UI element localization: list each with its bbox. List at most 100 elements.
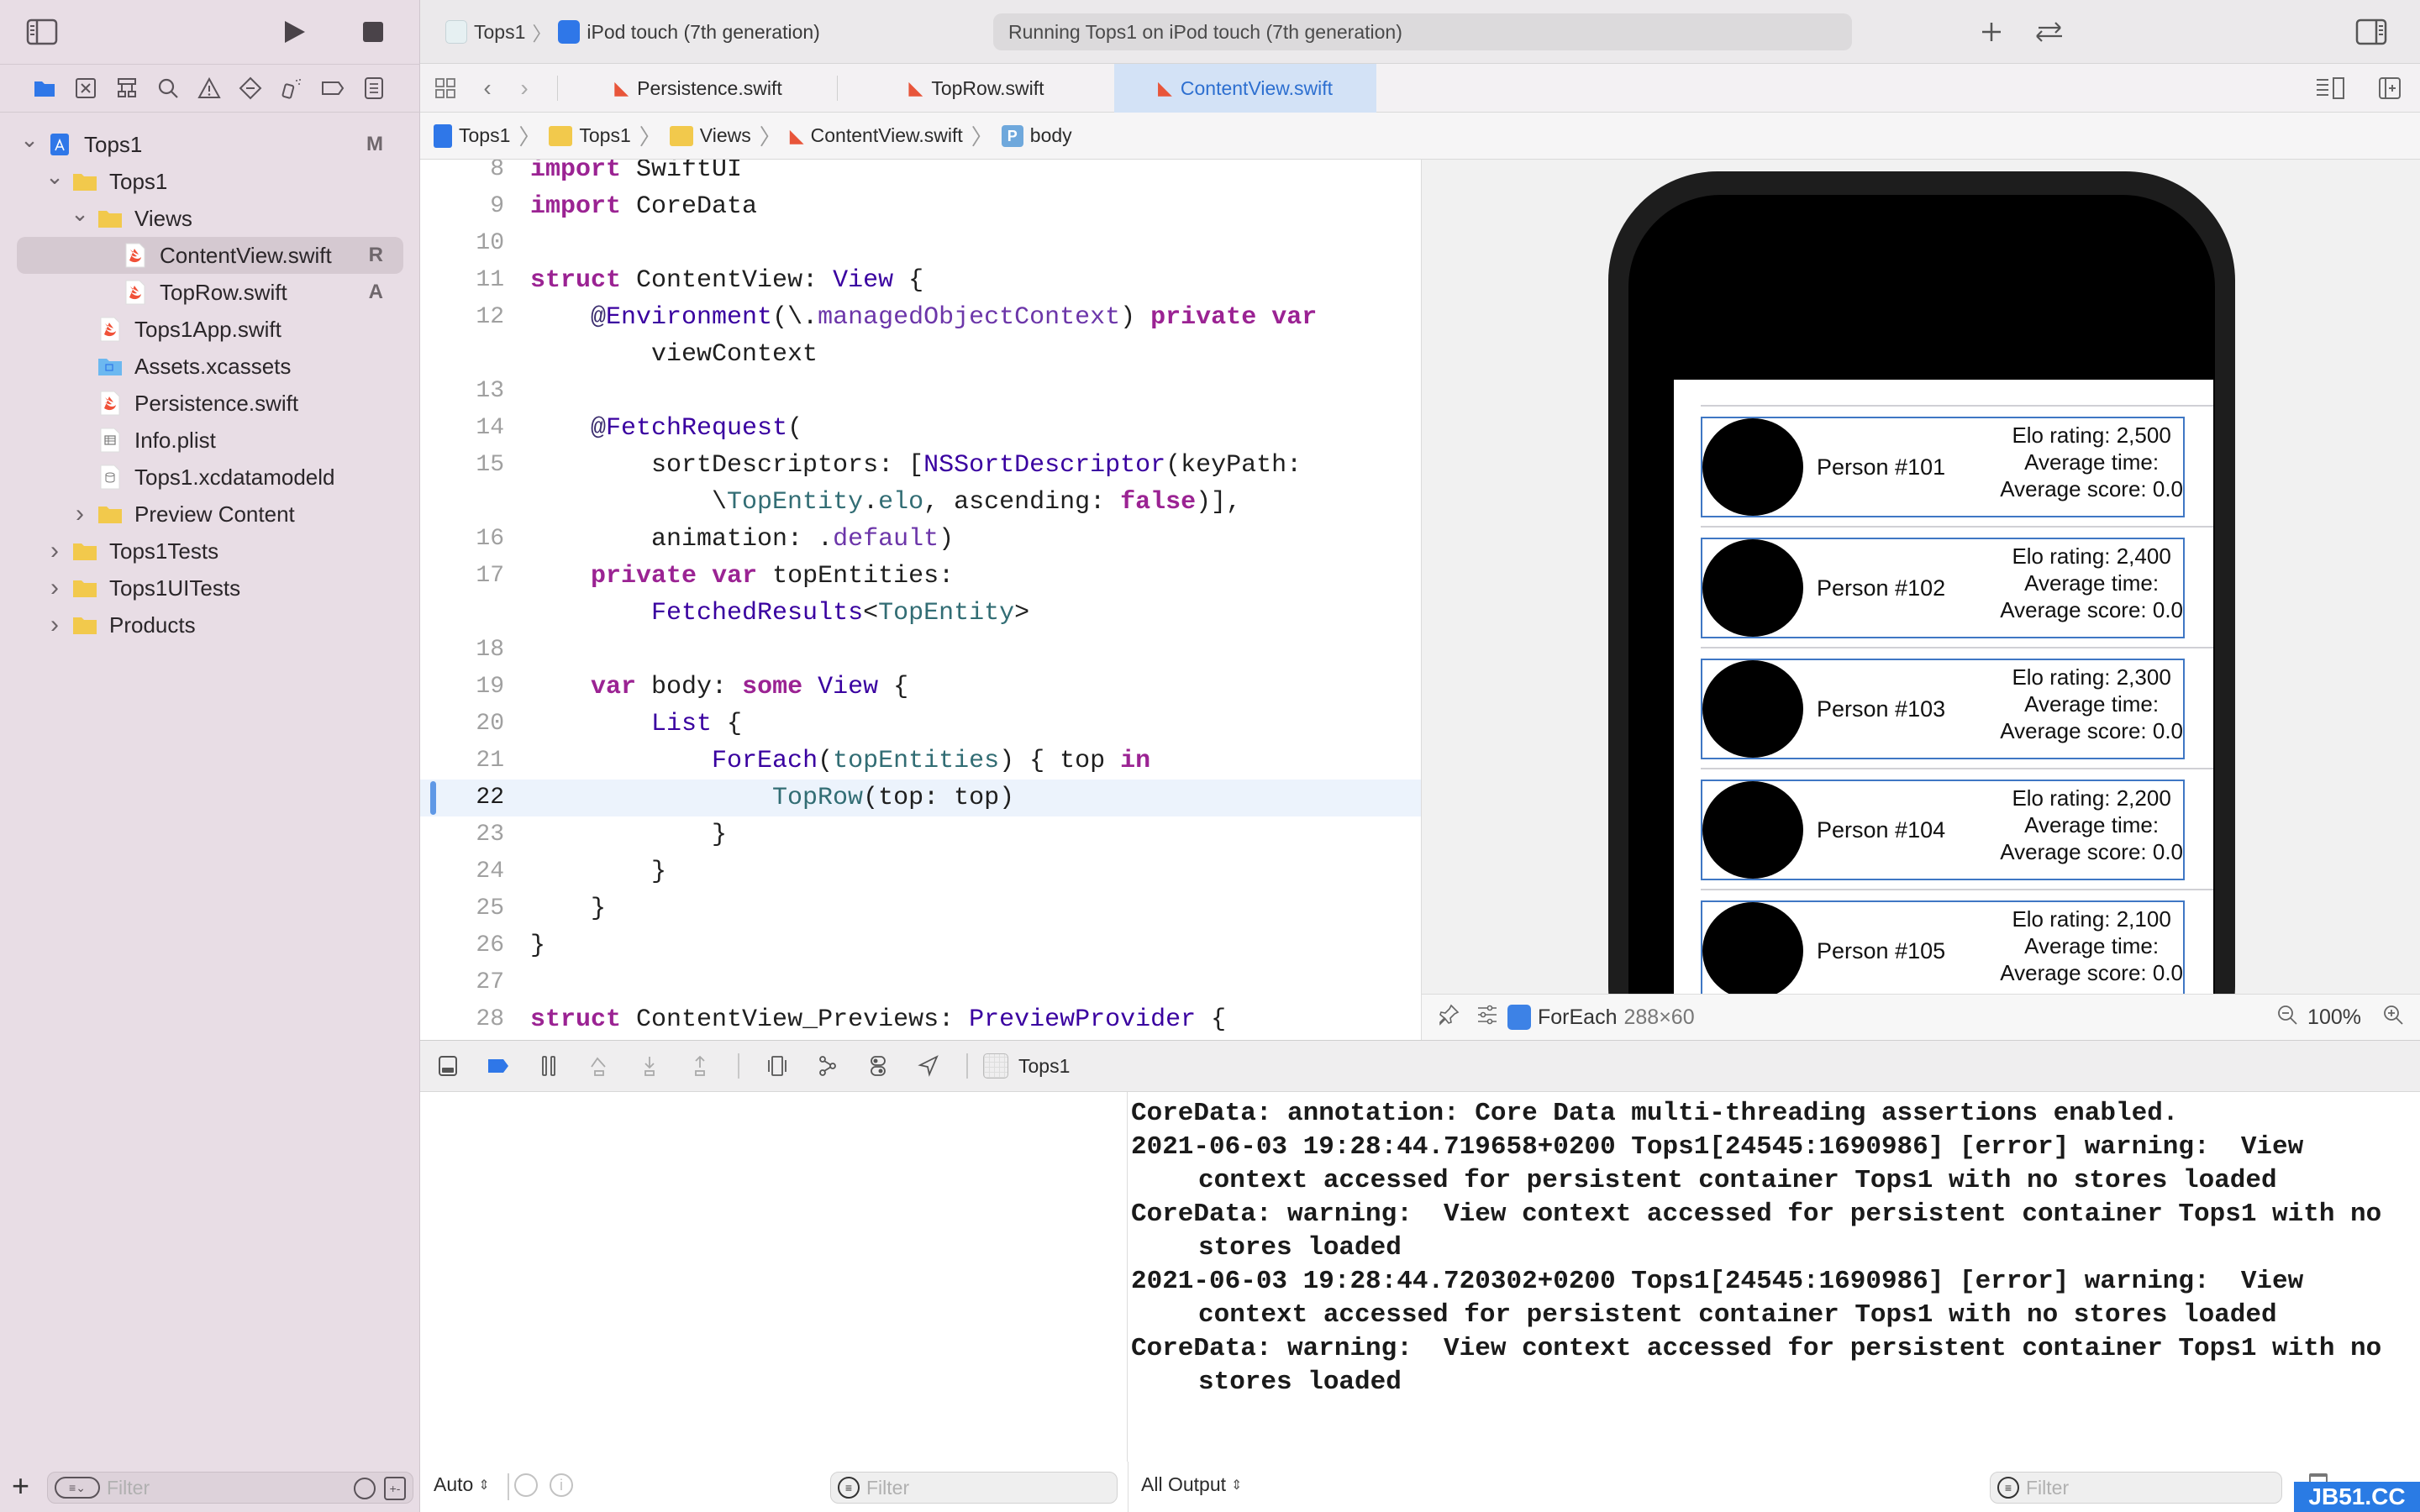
scheme-selector[interactable]: Tops1 〉 iPod touch (7th generation) [445, 17, 820, 47]
disclosure-expanded-icon[interactable]: ⌄ [20, 127, 39, 152]
library-button[interactable] [1973, 13, 2010, 50]
console-output[interactable]: CoreData: annotation: Core Data multi-th… [1128, 1092, 2420, 1462]
breadcrumb-project[interactable]: Tops1 [434, 123, 510, 148]
tab-toprow-swift[interactable]: ◣ TopRow.swift [839, 64, 1114, 113]
pause-button[interactable] [536, 1053, 561, 1079]
back-button[interactable]: ‹ [469, 70, 506, 107]
tab-persistence-swift[interactable]: ◣ Persistence.swift [560, 64, 837, 113]
find-navigator-tab[interactable] [155, 76, 181, 101]
line-number[interactable]: 12 [420, 299, 504, 336]
stop-button[interactable] [355, 13, 392, 50]
variables-mode-selector[interactable]: Auto ⇕ [434, 1473, 490, 1496]
line-number[interactable]: 18 [420, 632, 504, 669]
line-number[interactable]: 9 [420, 188, 504, 225]
tab-contentview-swift[interactable]: ◣ ContentView.swift [1114, 64, 1376, 113]
line-number[interactable]: 15 [420, 447, 504, 484]
line-number[interactable]: 25 [420, 890, 504, 927]
line-number[interactable]: 28 [420, 1001, 504, 1038]
toggle-breakpoints-button[interactable] [486, 1053, 511, 1079]
line-number[interactable]: 16 [420, 521, 504, 558]
disclosure-collapsed-icon[interactable]: › [71, 500, 89, 528]
code-line[interactable]: 22 TopRow(top: top) [420, 780, 1421, 816]
line-number[interactable]: 10 [420, 225, 504, 262]
code-line[interactable]: 27 [420, 964, 1421, 1001]
console-filter-field[interactable]: ≡ Filter [1990, 1472, 2282, 1504]
line-number[interactable]: 14 [420, 410, 504, 447]
code-review-button[interactable] [2030, 13, 2067, 50]
breadcrumb-group-tops1[interactable]: Tops1 [549, 124, 631, 147]
source-control-navigator-tab[interactable] [73, 76, 98, 101]
top-row[interactable]: Person #104 Elo rating: 2,200 Average time… [1701, 780, 2185, 880]
zoom-in-button[interactable] [2381, 1003, 2405, 1032]
output-mode-selector[interactable]: All Output ⇕ [1141, 1473, 1242, 1496]
code-line[interactable]: 11 struct ContentView: View { [420, 262, 1421, 299]
debug-navigator-tab[interactable] [279, 76, 304, 101]
hide-debug-area-button[interactable] [435, 1053, 460, 1079]
step-into-button[interactable] [637, 1053, 662, 1079]
tree-item-preview-content[interactable]: › Preview Content [0, 496, 420, 533]
tree-item-tops1[interactable]: ⌄ Tops1 M [0, 126, 420, 163]
code-line[interactable]: 17 private var topEntities: [420, 558, 1421, 595]
issue-navigator-tab[interactable] [197, 76, 222, 101]
disclosure-collapsed-icon[interactable]: › [45, 611, 64, 638]
tree-item-views[interactable]: ⌄ Views [0, 200, 420, 237]
report-navigator-tab[interactable] [361, 76, 387, 101]
code-line[interactable]: 23 } [420, 816, 1421, 853]
top-row[interactable]: Person #103 Elo rating: 2,300 Average time… [1701, 659, 2185, 759]
code-line[interactable]: 18 [420, 632, 1421, 669]
code-line[interactable]: 15 sortDescriptors: [NSSortDescriptor(ke… [420, 447, 1421, 484]
top-row[interactable]: Person #102 Elo rating: 2,400 Average time… [1701, 538, 2185, 638]
code-line[interactable]: 14 @FetchRequest( [420, 410, 1421, 447]
preview-settings-button[interactable] [1476, 1003, 1499, 1032]
code-line[interactable]: 26} [420, 927, 1421, 964]
test-navigator-tab[interactable] [238, 76, 263, 101]
code-line[interactable]: \TopEntity.elo, ascending: false)], [420, 484, 1421, 521]
source-editor[interactable]: 8 import SwiftUI 9 import CoreData 10 11 struc… [420, 160, 1422, 1040]
breadcrumb-file[interactable]: ◣ ContentView.swift [790, 124, 963, 147]
pin-preview-button[interactable] [1437, 1003, 1460, 1032]
tree-item-contentview-swift[interactable]: ContentView.swift R [17, 237, 403, 274]
editor-options-button[interactable] [2312, 70, 2349, 107]
code-line[interactable]: 10 [420, 225, 1421, 262]
line-number[interactable]: 19 [420, 669, 504, 706]
breadcrumb-symbol[interactable]: P body [1001, 124, 1072, 147]
code-line[interactable]: 28 struct ContentView_Previews: PreviewPr… [420, 1001, 1421, 1038]
symbol-navigator-tab[interactable] [114, 76, 139, 101]
disclosure-expanded-icon[interactable]: ⌄ [45, 164, 64, 189]
simulate-location-button[interactable] [916, 1053, 941, 1079]
line-number[interactable]: 20 [420, 706, 504, 743]
code-line[interactable]: 24 } [420, 853, 1421, 890]
line-number[interactable]: 23 [420, 816, 504, 853]
code-line[interactable]: 21 ForEach(topEntities) { top in [420, 743, 1421, 780]
tree-item-toprow-swift[interactable]: TopRow.swift A [0, 274, 420, 311]
disclosure-collapsed-icon[interactable]: › [45, 537, 64, 564]
line-number[interactable]: 17 [420, 558, 504, 595]
step-over-button[interactable] [587, 1053, 612, 1079]
disclosure-expanded-icon[interactable]: ⌄ [71, 201, 89, 226]
code-line[interactable]: 25 } [420, 890, 1421, 927]
debug-view-hierarchy-button[interactable] [765, 1053, 790, 1079]
tree-item-products[interactable]: › Products [0, 606, 420, 643]
top-row[interactable]: Person #105 Elo rating: 2,100 Average time… [1701, 900, 2185, 994]
breakpoint-navigator-tab[interactable] [320, 76, 345, 101]
code-line[interactable]: 19 var body: some View { [420, 669, 1421, 706]
tree-item-info-plist[interactable]: Info.plist [0, 422, 420, 459]
code-line[interactable]: 20 List { [420, 706, 1421, 743]
variables-filter-field[interactable]: ≡ Filter [830, 1472, 1118, 1504]
line-number[interactable]: 11 [420, 262, 504, 299]
code-line[interactable]: 9 import CoreData [420, 188, 1421, 225]
add-editor-button[interactable] [2371, 70, 2408, 107]
line-number[interactable]: 26 [420, 927, 504, 964]
print-description-button[interactable]: i [550, 1473, 573, 1497]
run-button[interactable] [276, 13, 313, 50]
code-line[interactable]: 8 import SwiftUI [420, 160, 1421, 188]
step-out-button[interactable] [687, 1053, 713, 1079]
line-number[interactable]: 13 [420, 373, 504, 410]
tree-item-tops1app-swift[interactable]: Tops1App.swift [0, 311, 420, 348]
project-navigator-tab[interactable] [32, 76, 57, 101]
line-number[interactable]: 27 [420, 964, 504, 1001]
tree-item-tops1[interactable]: ⌄ Tops1 [0, 163, 420, 200]
code-line[interactable]: FetchedResults<TopEntity> [420, 595, 1421, 632]
quick-look-button[interactable] [514, 1473, 538, 1497]
code-line[interactable]: 13 [420, 373, 1421, 410]
